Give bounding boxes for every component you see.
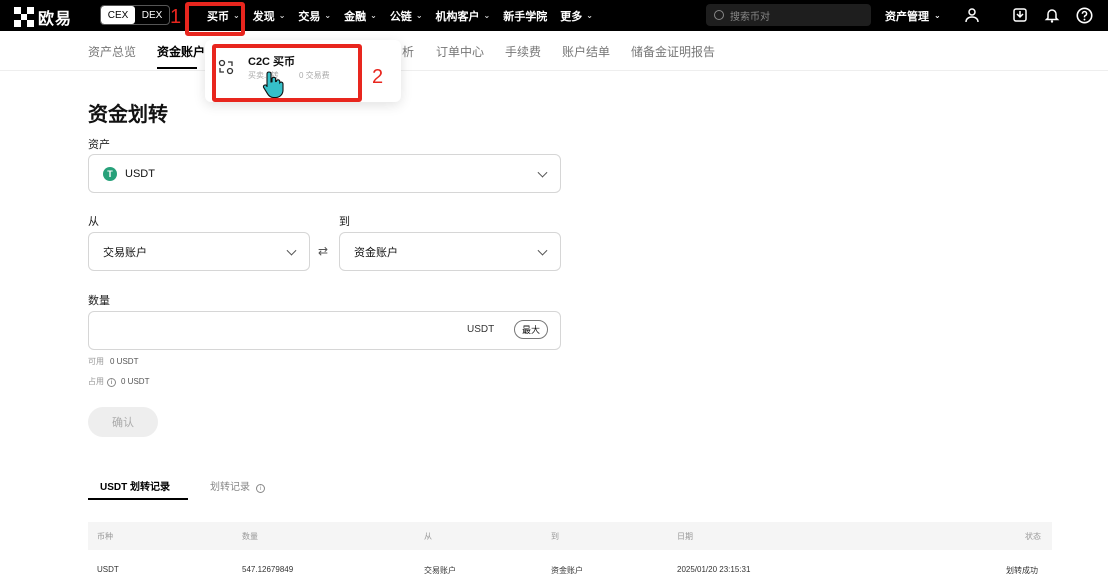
subnav-asset-overview[interactable]: 资产总览 (88, 43, 136, 60)
max-button[interactable]: 最大 (514, 320, 548, 339)
nav-more[interactable]: 更多 ⌄ (560, 8, 593, 24)
nav-label: 交易 (298, 10, 321, 23)
chevron-down-icon (286, 245, 297, 256)
chevron-down-icon: ⌄ (370, 11, 377, 20)
chevron-down-icon (537, 245, 548, 256)
asset-management-menu[interactable]: 资产管理 ⌄ (885, 0, 941, 31)
records-tab-underline (88, 498, 188, 500)
info-icon: i (255, 484, 265, 493)
nav-label: 更多 (560, 10, 583, 23)
nav-trade[interactable]: 交易 ⌄ (298, 8, 331, 24)
usdt-icon: T (103, 166, 117, 181)
chevron-down-icon: ⌄ (934, 11, 941, 20)
top-navbar: 欧易 CEX DEX 买币 ⌄ 发现 ⌄ 交易 ⌄ 金融 ⌄ 公链 ⌄ 机构客户 ⌄ 新手学… (0, 0, 1108, 31)
nav-label: 发现 (252, 10, 275, 23)
chevron-down-icon (537, 167, 548, 178)
chevron-down-icon: ⌄ (586, 11, 593, 20)
user-icon[interactable] (962, 5, 982, 25)
info-icon[interactable]: i (107, 378, 116, 387)
bell-icon[interactable] (1042, 5, 1062, 25)
subnav-proof-of-reserves[interactable]: 储备金证明报告 (631, 43, 715, 60)
help-icon[interactable] (1074, 5, 1094, 25)
search-placeholder: 搜索币对 (730, 11, 770, 23)
nav-label: 机构客户 (435, 10, 480, 23)
column-header-amount: 数量 (242, 532, 258, 541)
cell-to: 资金账户 (551, 566, 583, 575)
subnav-order-center[interactable]: 订单中心 (436, 43, 484, 60)
logo-text: 欧易 (38, 11, 73, 28)
cell-from: 交易账户 (424, 566, 456, 575)
asset-label: 资产 (88, 139, 110, 151)
swap-icon[interactable]: ⇄ (318, 244, 328, 258)
cex-tab[interactable]: CEX (101, 6, 135, 24)
nav-institutional[interactable]: 机构客户 ⌄ (436, 8, 491, 24)
nav-label: 金融 (344, 10, 367, 23)
to-account-select[interactable]: 资金账户 (339, 232, 561, 271)
annotation-box-1 (185, 2, 245, 36)
column-header-to: 到 (551, 532, 559, 541)
confirm-button[interactable]: 确认 (88, 407, 158, 437)
page-title: 资金划转 (88, 104, 168, 126)
occupied-balance: 占用 i 0 USDT (88, 376, 149, 387)
nav-discover[interactable]: 发现 ⌄ (253, 8, 286, 24)
tab-transfer-records[interactable]: 划转记录 i (210, 478, 270, 493)
dex-tab[interactable]: DEX (135, 6, 169, 24)
column-header-date: 日期 (677, 532, 693, 541)
hand-cursor-icon (262, 70, 286, 100)
search-icon (714, 10, 724, 20)
chevron-down-icon: ⌄ (415, 11, 423, 20)
main-nav: 买币 ⌄ 发现 ⌄ 交易 ⌄ 金融 ⌄ 公链 ⌄ 机构客户 ⌄ 新手学院 更多 ⌄ (207, 0, 606, 31)
annotation-box-2 (212, 44, 362, 102)
nav-public-chain[interactable]: 公链 ⌄ (390, 8, 423, 24)
column-header-coin: 币种 (97, 532, 113, 541)
annotation-number-2: 2 (372, 66, 384, 88)
tab-transfer-records-label: 划转记录 (210, 482, 250, 493)
to-account-value: 资金账户 (354, 246, 398, 259)
amount-unit: USDT (467, 324, 495, 335)
to-label: 到 (339, 216, 350, 228)
subnav-fees[interactable]: 手续费 (505, 43, 541, 60)
cell-status: 划转成功 (1006, 566, 1038, 575)
subnav-statements[interactable]: 账户结单 (562, 43, 610, 60)
column-header-status: 状态 (1025, 532, 1041, 541)
cex-dex-toggle[interactable]: CEX DEX (100, 5, 170, 25)
from-label: 从 (88, 216, 99, 228)
tab-usdt-transfer-records[interactable]: USDT 划转记录 (100, 478, 170, 493)
cell-amount: 547.12679849 (242, 565, 294, 574)
okx-logo-icon (14, 7, 34, 27)
asset-select[interactable]: T USDT (88, 154, 561, 193)
occupied-value: 0 USDT (121, 377, 150, 386)
asset-management-label: 资产管理 (885, 10, 929, 23)
available-key: 可用 (88, 357, 104, 366)
available-balance: 可用 0 USDT (88, 356, 138, 367)
occupied-key: 占用 (88, 377, 104, 386)
from-account-select[interactable]: 交易账户 (88, 232, 310, 271)
subnav-analysis[interactable]: 析 (402, 43, 414, 60)
okx-logo[interactable]: 欧易 (14, 5, 72, 29)
chevron-down-icon: ⌄ (483, 11, 491, 20)
asset-select-value: USDT (125, 167, 155, 180)
column-header-from: 从 (424, 532, 432, 541)
amount-label: 数量 (88, 295, 110, 307)
available-value: 0 USDT (110, 357, 139, 366)
subnav-funding-account[interactable]: 资金账户 (157, 43, 205, 60)
cell-coin: USDT (97, 565, 119, 574)
annotation-number-1: 1 (170, 6, 182, 28)
nav-beginner-academy[interactable]: 新手学院 (503, 8, 547, 24)
from-account-value: 交易账户 (103, 246, 147, 259)
nav-finance[interactable]: 金融 ⌄ (344, 8, 377, 24)
nav-label: 公链 (389, 10, 412, 23)
nav-label: 新手学院 (503, 10, 548, 23)
chevron-down-icon: ⌄ (278, 11, 286, 20)
search-input[interactable]: 搜索币对 (706, 4, 871, 26)
records-table-header (88, 522, 1052, 550)
cell-date: 2025/01/20 23:15:31 (677, 565, 751, 574)
active-tab-underline (157, 67, 197, 69)
download-icon[interactable] (1010, 5, 1030, 25)
chevron-down-icon: ⌄ (324, 11, 332, 20)
account-subnav: 资产总览 资金账户 析 订单中心 手续费 账户结单 储备金证明报告 (0, 31, 1108, 71)
